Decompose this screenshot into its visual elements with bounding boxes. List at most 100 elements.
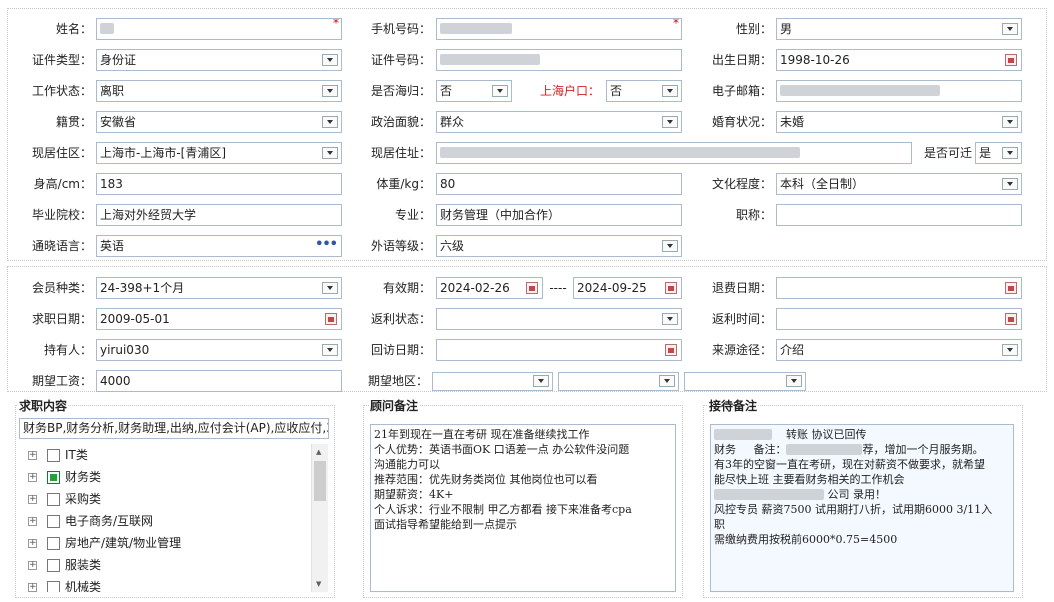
phone-field[interactable]: * xyxy=(436,18,682,40)
hukou-select[interactable]: 否 xyxy=(606,80,682,102)
area-district-select[interactable] xyxy=(684,372,806,391)
visit-date-field[interactable] xyxy=(436,339,682,361)
hukou-value: 否 xyxy=(610,84,623,98)
address-field[interactable] xyxy=(436,142,912,164)
education-select[interactable]: 本科（全日制） xyxy=(776,173,1022,195)
holder-select[interactable]: yirui030 xyxy=(96,339,342,361)
dropdown-arrow-icon[interactable] xyxy=(662,313,678,325)
residence-area-label: 现居住区： xyxy=(31,146,92,160)
source-select[interactable]: 介绍 xyxy=(776,339,1022,361)
holder-value: yirui030 xyxy=(100,343,150,357)
language-field[interactable]: 英语 ••• xyxy=(96,235,342,257)
ellipsis-icon[interactable]: ••• xyxy=(315,236,338,255)
dropdown-arrow-icon[interactable] xyxy=(662,85,678,97)
dropdown-arrow-icon[interactable] xyxy=(1002,23,1018,35)
scroll-down-icon[interactable]: ▼ xyxy=(316,580,321,588)
marital-select[interactable]: 未婚 xyxy=(776,111,1022,133)
tree-scrollbar[interactable]: ▲ ▼ xyxy=(311,444,328,592)
refund-date-field[interactable] xyxy=(776,277,1022,299)
checkbox-icon[interactable] xyxy=(47,581,60,592)
email-field[interactable] xyxy=(776,80,1022,102)
expand-plus-icon[interactable]: + xyxy=(28,495,37,504)
weight-field[interactable]: 80 xyxy=(436,173,682,195)
scroll-up-icon[interactable]: ▲ xyxy=(316,448,321,456)
tree-item-label: 电子商务/互联网 xyxy=(65,514,154,528)
dropdown-arrow-icon[interactable] xyxy=(322,282,338,294)
school-field[interactable]: 上海对外经贸大学 xyxy=(96,204,342,226)
checkbox-icon[interactable] xyxy=(47,449,60,462)
dropdown-arrow-icon[interactable] xyxy=(1002,116,1018,128)
dropdown-arrow-icon[interactable] xyxy=(1002,147,1018,159)
id-type-select[interactable]: 身份证 xyxy=(96,49,342,71)
job-title-field[interactable] xyxy=(776,204,1022,226)
work-status-select[interactable]: 离职 xyxy=(96,80,342,102)
dropdown-arrow-icon[interactable] xyxy=(533,375,549,387)
residence-area-select[interactable]: 上海市-上海市-[青浦区] xyxy=(96,142,342,164)
birth-date-field[interactable]: 1998-10-26 xyxy=(776,49,1022,71)
expand-plus-icon[interactable]: + xyxy=(28,451,37,460)
id-no-field[interactable] xyxy=(436,49,682,71)
dropdown-arrow-icon[interactable] xyxy=(322,344,338,356)
expand-plus-icon[interactable]: + xyxy=(28,517,37,526)
dropdown-arrow-icon[interactable] xyxy=(659,375,675,387)
political-select[interactable]: 群众 xyxy=(436,111,682,133)
rebate-status-select[interactable] xyxy=(436,308,682,330)
dropdown-arrow-icon[interactable] xyxy=(492,85,508,97)
dropdown-arrow-icon[interactable] xyxy=(322,54,338,66)
calendar-icon[interactable] xyxy=(526,282,538,294)
gender-select[interactable]: 男 xyxy=(776,18,1022,40)
expand-plus-icon[interactable]: + xyxy=(28,561,37,570)
tree-item-finance[interactable]: + 财务类 xyxy=(18,466,328,488)
reception-note-text: 财务 xyxy=(714,443,736,456)
job-summary-field[interactable]: 财务BP,财务分析,财务助理,出纳,应付会计(AP),应收应付,3 xyxy=(19,418,329,439)
checkbox-icon[interactable] xyxy=(47,515,60,528)
height-value: 183 xyxy=(100,177,123,191)
foreign-level-select[interactable]: 六级 xyxy=(436,235,682,257)
dropdown-arrow-icon[interactable] xyxy=(322,116,338,128)
tree-item-it[interactable]: + IT类 xyxy=(18,444,328,466)
calendar-icon[interactable] xyxy=(325,313,337,325)
expand-plus-icon[interactable]: + xyxy=(28,539,37,548)
calendar-icon[interactable] xyxy=(665,344,677,356)
apply-date-field[interactable]: 2009-05-01 xyxy=(96,308,342,330)
checkbox-icon[interactable] xyxy=(47,471,60,484)
returnee-select[interactable]: 否 xyxy=(436,80,512,102)
relocate-select[interactable]: 是 xyxy=(975,142,1022,164)
tree-item-purchasing[interactable]: + 采购类 xyxy=(18,488,328,510)
expand-plus-icon[interactable]: + xyxy=(28,583,37,592)
checkbox-icon[interactable] xyxy=(47,559,60,572)
dropdown-arrow-icon[interactable] xyxy=(786,375,802,387)
member-type-select[interactable]: 24-398+1个月 xyxy=(96,277,342,299)
name-field[interactable]: * xyxy=(96,18,342,40)
height-field[interactable]: 183 xyxy=(96,173,342,195)
dropdown-arrow-icon[interactable] xyxy=(1002,178,1018,190)
tree-item-realestate[interactable]: + 房地产/建筑/物业管理 xyxy=(18,532,328,554)
expand-plus-icon[interactable]: + xyxy=(28,473,37,482)
dropdown-arrow-icon[interactable] xyxy=(662,240,678,252)
advisor-notes-textarea[interactable]: 21年到现在一直在考研 现在准备继续找工作 个人优势：英语书面OK 口语差一点 … xyxy=(370,424,676,592)
checkbox-icon[interactable] xyxy=(47,493,60,506)
tree-item-machinery[interactable]: + 机械类 xyxy=(18,576,328,592)
major-field[interactable]: 财务管理（中加合作） xyxy=(436,204,682,226)
salary-field[interactable]: 4000 xyxy=(96,370,342,392)
rebate-time-field[interactable] xyxy=(776,308,1022,330)
reception-notes-textarea[interactable]: 转账 协议已回传 财务 备注： 荐，增加一个月服务期。 有3年的空窗一直在考研，现… xyxy=(710,424,1014,592)
dropdown-arrow-icon[interactable] xyxy=(1002,344,1018,356)
area-province-select[interactable] xyxy=(432,372,553,391)
scrollbar-thumb[interactable] xyxy=(314,461,326,501)
calendar-icon[interactable] xyxy=(1005,54,1017,66)
dropdown-arrow-icon[interactable] xyxy=(322,85,338,97)
calendar-icon[interactable] xyxy=(665,282,677,294)
native-place-select[interactable]: 安徽省 xyxy=(96,111,342,133)
calendar-icon[interactable] xyxy=(1005,313,1017,325)
valid-to-field[interactable]: 2024-09-25 xyxy=(573,277,682,299)
area-city-select[interactable] xyxy=(558,372,679,391)
checkbox-icon[interactable] xyxy=(47,537,60,550)
tree-item-ecommerce[interactable]: + 电子商务/互联网 xyxy=(18,510,328,532)
calendar-icon[interactable] xyxy=(1005,282,1017,294)
dropdown-arrow-icon[interactable] xyxy=(662,116,678,128)
source-value: 介绍 xyxy=(780,343,805,357)
tree-item-apparel[interactable]: + 服装类 xyxy=(18,554,328,576)
dropdown-arrow-icon[interactable] xyxy=(322,147,338,159)
valid-from-field[interactable]: 2024-02-26 xyxy=(436,277,543,299)
